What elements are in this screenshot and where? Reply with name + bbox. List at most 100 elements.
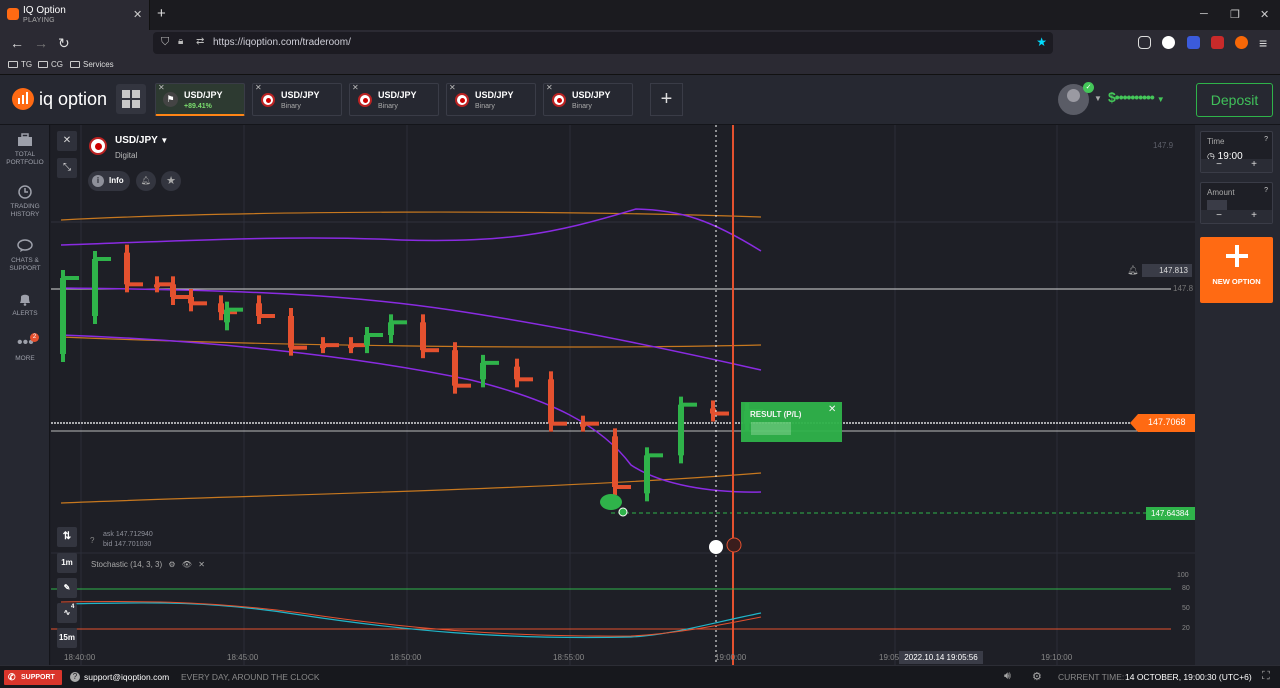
sidebar-item-chats[interactable]: CHATS & SUPPORT: [0, 239, 50, 273]
minimize-icon[interactable]: ─: [1200, 8, 1208, 20]
close-asset-tab-icon[interactable]: ✕: [158, 83, 165, 92]
sidebar-item-alerts[interactable]: ALERTS: [0, 292, 50, 318]
timeframe-button[interactable]: 1m: [57, 553, 77, 573]
asset-tab-name: USD/JPY: [475, 90, 514, 100]
bookmark-folder-tg[interactable]: TG: [8, 60, 32, 69]
new-option-button[interactable]: NEW OPTION: [1200, 237, 1273, 303]
extension-blue-icon[interactable]: [1187, 36, 1200, 49]
alert-button[interactable]: 🔔︎: [136, 171, 156, 191]
help-icon[interactable]: ?: [1264, 187, 1268, 194]
info-icon: i: [92, 175, 104, 187]
asset-tab-4[interactable]: ✕ USD/JPY Binary: [446, 83, 536, 116]
menu-icon[interactable]: ≡: [1259, 35, 1267, 51]
sidebar-item-portfolio[interactable]: TOTAL PORTFOLIO: [0, 133, 50, 167]
extension-red-icon[interactable]: [1211, 36, 1224, 49]
price-chart[interactable]: [51, 125, 1195, 665]
volume-icon[interactable]: 🔊︎: [1004, 670, 1011, 683]
draw-tool-button[interactable]: ✎: [57, 578, 77, 598]
verified-check-icon: ✓: [1083, 82, 1094, 93]
asset-tab-1[interactable]: ✕ ⚑ USD/JPY +89.41%: [155, 83, 245, 116]
shield-icon[interactable]: ⛉: [161, 36, 169, 49]
balance-display[interactable]: $•••••••••• ▼: [1108, 89, 1165, 105]
sidebar-item-more[interactable]: ••• 2 MORE: [0, 333, 50, 363]
current-time-label: CURRENT TIME:: [1058, 672, 1125, 682]
logo-text[interactable]: iq option: [39, 89, 107, 110]
deposit-button[interactable]: Deposit: [1196, 83, 1273, 117]
bell-icon: [20, 294, 30, 306]
extension-orange-icon[interactable]: [1235, 36, 1248, 49]
close-chart-button[interactable]: ✕: [57, 131, 77, 151]
close-indicator-icon[interactable]: ✕: [198, 560, 205, 569]
sort-tool-button[interactable]: ⇅: [57, 527, 77, 547]
help-icon[interactable]: ?: [90, 536, 94, 545]
reload-icon[interactable]: ↻: [58, 35, 70, 52]
amount-plus-button[interactable]: +: [1236, 210, 1272, 223]
deal-bubble-icon[interactable]: [600, 494, 622, 510]
asset-tab-2[interactable]: ✕ USD/JPY Binary: [252, 83, 342, 116]
eye-icon[interactable]: 👁︎: [182, 560, 192, 569]
sidebar-item-history[interactable]: TRADING HISTORY: [0, 185, 50, 219]
browser-tab[interactable]: IQ Option PLAYING ✕: [0, 0, 150, 30]
bookmark-folder-services[interactable]: Services: [70, 60, 114, 69]
time-axis-label: 18:40:00: [64, 653, 96, 662]
bookmark-star-icon[interactable]: ★: [1036, 35, 1047, 49]
time-selector[interactable]: Time ? ◷ 19:00 − +: [1200, 131, 1273, 173]
close-result-icon[interactable]: ✕: [828, 404, 836, 415]
help-icon[interactable]: ?: [1264, 136, 1268, 143]
amount-value-hidden[interactable]: [1207, 200, 1227, 210]
forward-icon[interactable]: →: [34, 35, 48, 51]
iqoption-logo-icon: [12, 88, 34, 110]
close-tab-icon[interactable]: ✕: [133, 8, 142, 21]
chevron-down-icon[interactable]: ▼: [1094, 94, 1102, 103]
alert-bell-icon[interactable]: 🔔︎: [1127, 265, 1138, 276]
result-panel[interactable]: RESULT (P/L) ✕: [741, 402, 842, 442]
url-text[interactable]: https://iqoption.com/traderoom/: [213, 37, 351, 48]
permissions-icon[interactable]: ⇄: [196, 36, 204, 47]
candle-interval-button[interactable]: 15m: [57, 628, 77, 648]
stoch-level-label: 50: [1182, 605, 1190, 612]
amount-selector[interactable]: Amount ? − +: [1200, 182, 1273, 224]
support-hours: EVERY DAY, AROUND THE CLOCK: [181, 672, 320, 682]
stochastic-indicator[interactable]: Stochastic (14, 3, 3) ⚙ 👁︎ ✕: [91, 560, 205, 569]
asset-tab-3[interactable]: ✕ USD/JPY Binary: [349, 83, 439, 116]
finish-flag-icon[interactable]: [726, 537, 742, 553]
add-asset-button[interactable]: +: [650, 83, 683, 116]
pocket-icon[interactable]: [1138, 36, 1151, 49]
asset-grid-button[interactable]: [116, 84, 146, 114]
time-axis-label: 18:45:00: [227, 653, 259, 662]
close-asset-tab-icon[interactable]: ✕: [255, 83, 262, 92]
restore-icon[interactable]: ❐: [1230, 8, 1240, 21]
support-button[interactable]: ✆ SUPPORT: [4, 670, 62, 685]
amount-label: Amount: [1207, 188, 1235, 197]
lock-icon[interactable]: 🔒︎: [178, 36, 183, 47]
fullscreen-icon[interactable]: ⛶: [1262, 670, 1270, 683]
bookmark-folder-cg[interactable]: CG: [38, 60, 63, 69]
close-window-icon[interactable]: ✕: [1260, 8, 1269, 21]
gear-icon[interactable]: ⚙: [168, 560, 175, 569]
gear-icon[interactable]: ⚙: [1032, 670, 1042, 683]
timer-icon[interactable]: [709, 540, 723, 554]
extension-l-icon[interactable]: [1162, 36, 1175, 49]
asset-tab-type: Binary: [281, 103, 301, 110]
collapse-chart-button[interactable]: ⤡: [57, 158, 77, 178]
deal-point-icon: [618, 507, 628, 517]
asset-tab-5[interactable]: ✕ USD/JPY Binary: [543, 83, 633, 116]
time-minus-button[interactable]: −: [1201, 159, 1237, 172]
alert-price-tag[interactable]: 147.813: [1142, 264, 1192, 277]
address-bar[interactable]: ⛉ 🔒︎ ⇄ https://iqoption.com/traderoom/ ★: [153, 32, 1053, 54]
indicators-button[interactable]: ∿ 4: [57, 603, 77, 623]
time-plus-button[interactable]: +: [1236, 159, 1272, 172]
chart-area[interactable]: RESULT (P/L) ✕ 147.9 147.813 🔔︎ 147.8 14…: [51, 125, 1195, 665]
back-icon[interactable]: ←: [10, 35, 24, 51]
browser-tab-title: IQ Option: [23, 5, 66, 16]
close-asset-tab-icon[interactable]: ✕: [546, 83, 553, 92]
new-tab-icon[interactable]: +: [157, 5, 166, 22]
favorite-button[interactable]: ★: [161, 171, 181, 191]
close-asset-tab-icon[interactable]: ✕: [449, 83, 456, 92]
amount-minus-button[interactable]: −: [1201, 210, 1237, 223]
asset-selector[interactable]: USD/JPY ▼: [115, 135, 168, 146]
info-button[interactable]: i Info: [88, 171, 130, 191]
history-icon: [18, 185, 32, 199]
close-asset-tab-icon[interactable]: ✕: [352, 83, 359, 92]
support-email[interactable]: support@iqoption.com: [84, 672, 169, 682]
